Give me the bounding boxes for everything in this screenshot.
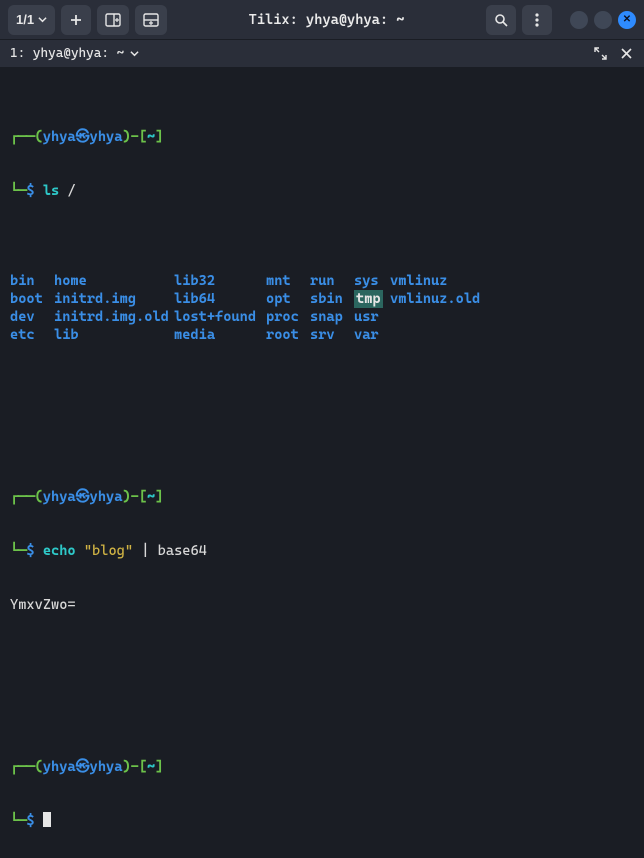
session-count: 1/1 — [16, 12, 34, 27]
split-right-button[interactable] — [97, 5, 129, 35]
new-session-button[interactable] — [61, 5, 91, 35]
window-close-button[interactable] — [618, 11, 636, 29]
ls-output: binhomelib32mntrunsysvmlinuz bootinitrd.… — [10, 272, 634, 344]
split-down-button[interactable] — [135, 5, 167, 35]
plus-icon — [69, 13, 83, 27]
cmd-ls: ls — [43, 183, 59, 199]
session-switcher[interactable]: 1/1 — [8, 5, 55, 35]
chevron-down-icon — [130, 49, 139, 58]
prompt-line-bottom: └─$ — [10, 812, 634, 830]
prompt-line-top: ┌──(yhya㉿yhya)-[~] — [10, 758, 634, 776]
menu-button[interactable] — [522, 5, 552, 35]
session-title: 1: yhya@yhya: ~ — [10, 46, 124, 61]
terminal[interactable]: ┌──(yhya㉿yhya)-[~] └─$ ls / binhomelib32… — [0, 68, 644, 858]
ls-sticky-dir: tmp — [354, 290, 383, 308]
expand-icon — [594, 47, 607, 60]
base64-output: YmxvZwo= — [10, 596, 634, 614]
prompt-line-top: ┌──(yhya㉿yhya)-[~] — [10, 128, 634, 146]
session-tab[interactable]: 1: yhya@yhya: ~ — [10, 46, 139, 61]
maximize-pane-button[interactable] — [592, 46, 608, 62]
cursor — [43, 812, 51, 827]
cmd-echo: echo — [43, 543, 76, 559]
close-pane-button[interactable] — [618, 46, 634, 62]
titlebar-right — [486, 5, 636, 35]
chevron-down-icon — [38, 15, 47, 24]
prompt-line-top: ┌──(yhya㉿yhya)-[~] — [10, 488, 634, 506]
prompt-line-bottom: └─$ ls / — [10, 182, 634, 200]
window-maximize-button[interactable] — [594, 11, 612, 29]
close-icon — [621, 48, 632, 59]
window-minimize-button[interactable] — [570, 11, 588, 29]
split-right-icon — [105, 13, 121, 27]
titlebar: 1/1 Tilix: yhya@yhya: ~ — [0, 0, 644, 40]
kebab-icon — [535, 13, 539, 27]
prompt-line-bottom: └─$ echo "blog" | base64 — [10, 542, 634, 560]
split-down-icon — [143, 13, 159, 27]
search-button[interactable] — [486, 5, 516, 35]
search-icon — [494, 13, 508, 27]
session-header: 1: yhya@yhya: ~ — [0, 40, 644, 68]
window-title: Tilix: yhya@yhya: ~ — [173, 12, 480, 28]
